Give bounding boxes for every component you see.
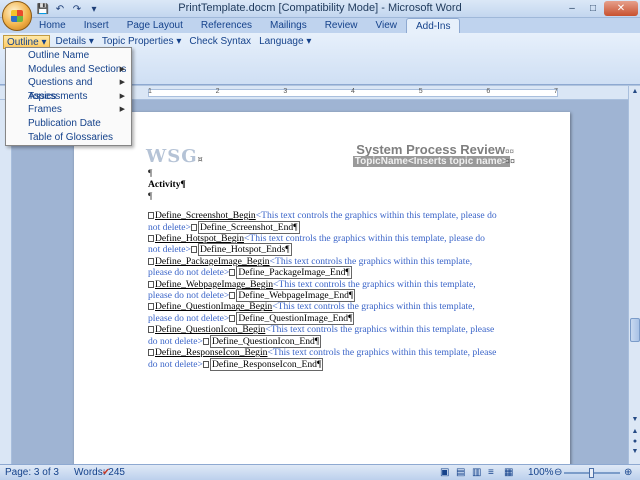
- title-bar: 💾 ↶ ↷ ▾ PrintTemplate.docm [Compatibilit…: [0, 0, 640, 31]
- office-logo-icon: [11, 10, 23, 22]
- ribbon-tabs: Home Insert Page Layout References Maili…: [30, 18, 461, 33]
- define-line[interactable]: Define_WebpageImage_Begin<This text cont…: [148, 279, 498, 303]
- vertical-scrollbar[interactable]: ▲ ▼ ▲ ● ▼: [628, 86, 640, 464]
- scroll-down-icon[interactable]: ▼: [630, 416, 640, 426]
- page-count[interactable]: Page: 3 of 3: [5, 467, 59, 478]
- topic-marks: ¤¤: [504, 156, 515, 166]
- ruler-number: 3: [283, 88, 288, 95]
- define-line[interactable]: Define_QuestionIcon_Begin<This text cont…: [148, 324, 498, 348]
- office-button[interactable]: [2, 1, 32, 31]
- close-button[interactable]: ✕: [604, 1, 638, 16]
- field-marker-icon: [148, 280, 154, 288]
- check-syntax-button[interactable]: Check Syntax: [186, 35, 254, 49]
- field-marker-icon: [148, 212, 154, 220]
- field-marker-icon: [148, 326, 154, 334]
- field-marker-icon: [148, 349, 154, 357]
- document-body[interactable]: ¶ Activity¶ ¶ Define_Screenshot_Begin<Th…: [148, 168, 498, 371]
- zoom-in-icon[interactable]: ⊕: [624, 467, 632, 478]
- menu-item-frames[interactable]: Frames ▶: [6, 103, 131, 117]
- menu-item-outline-name[interactable]: Outline Name: [6, 49, 131, 63]
- tab-page-layout[interactable]: Page Layout: [118, 18, 192, 33]
- menu-item-modules-and-sections[interactable]: Modules and Sections ▶: [6, 63, 131, 77]
- zoom-level[interactable]: 100%: [528, 467, 554, 478]
- ruler-number: 6: [486, 88, 491, 95]
- word-count[interactable]: Words: 245: [74, 467, 125, 478]
- tab-view[interactable]: View: [367, 18, 407, 33]
- activity-heading: Activity¶: [148, 179, 186, 191]
- minimize-button[interactable]: –: [562, 1, 582, 16]
- topic-name-field[interactable]: TopicName<Inserts topic name>: [352, 156, 510, 167]
- document-page[interactable]: WSG¤ System Process Review¤¤ TopicName<I…: [74, 112, 570, 472]
- field-marker-icon: [229, 314, 236, 322]
- full-screen-reading-icon[interactable]: ▤: [456, 467, 465, 478]
- draft-view-icon[interactable]: ▦: [504, 467, 513, 478]
- field-marker-icon: [190, 223, 197, 231]
- define-line[interactable]: Define_Hotspot_Begin<This text controls …: [148, 233, 498, 257]
- tab-mailings[interactable]: Mailings: [261, 18, 316, 33]
- submenu-arrow-icon: ▶: [119, 65, 125, 73]
- field-marker-icon: [229, 292, 236, 300]
- header-title: System Process Review¤¤: [356, 142, 514, 157]
- define-line[interactable]: Define_PackageImage_Begin<This text cont…: [148, 256, 498, 280]
- field-marker-icon: [148, 303, 154, 311]
- field-marker-icon: [190, 246, 197, 254]
- menu-item-topics[interactable]: Topics ▶: [6, 90, 131, 104]
- menu-item-table-of-glossaries[interactable]: Table of Glossaries: [6, 131, 131, 145]
- menu-item-publication-date[interactable]: Publication Date: [6, 117, 131, 131]
- submenu-arrow-icon: ▶: [119, 106, 125, 114]
- ruler-number: 7: [554, 88, 558, 95]
- submenu-arrow-icon: ▶: [119, 79, 125, 87]
- ruler-number: 5: [418, 88, 423, 95]
- previous-page-icon[interactable]: ▲: [630, 428, 640, 438]
- menu-item-questions-and-assessments[interactable]: Questions and Assessments ▶: [6, 76, 131, 102]
- ruler-number: 1: [148, 88, 152, 95]
- tab-references[interactable]: References: [192, 18, 261, 33]
- window-title: PrintTemplate.docm [Compatibility Mode] …: [178, 2, 462, 14]
- status-bar: Page: 3 of 3 Words: 245 ✔ ▣ ▤ ▥ ≡ ▦ 100%…: [0, 464, 640, 480]
- outline-view-icon[interactable]: ≡: [488, 467, 494, 478]
- submenu-arrow-icon: ▶: [119, 92, 125, 100]
- tab-insert[interactable]: Insert: [75, 18, 118, 33]
- ruler-number: 2: [215, 88, 220, 95]
- wsg-logo: WSG¤: [146, 146, 204, 167]
- define-line[interactable]: Define_ResponseIcon_Begin<This text cont…: [148, 347, 498, 371]
- scroll-up-icon[interactable]: ▲: [630, 88, 640, 98]
- select-browse-object-icon[interactable]: ●: [630, 438, 640, 448]
- ruler-numbers: 1 2 3 4 5 6 7: [148, 88, 558, 95]
- ruler-number: 4: [351, 88, 355, 95]
- window-controls: – □ ✕: [562, 1, 638, 16]
- field-marker-icon: [148, 235, 154, 243]
- define-line[interactable]: Define_Screenshot_Begin<This text contro…: [148, 210, 498, 234]
- language-menu[interactable]: Language ▾: [256, 35, 314, 49]
- tab-review[interactable]: Review: [316, 18, 367, 33]
- field-marker-icon: [202, 360, 209, 368]
- field-marker-icon: [148, 257, 154, 265]
- tab-add-ins[interactable]: Add-Ins: [406, 18, 461, 33]
- define-line[interactable]: Define_QuestionImage_Begin<This text con…: [148, 301, 498, 325]
- tab-home[interactable]: Home: [30, 18, 75, 33]
- web-layout-icon[interactable]: ▥: [472, 467, 481, 478]
- scroll-thumb[interactable]: [630, 318, 640, 342]
- pilcrow: ¶: [148, 190, 153, 202]
- outline-dropdown-menu: Outline Name Modules and Sections ▶ Quest…: [5, 47, 132, 146]
- zoom-slider-thumb[interactable]: [589, 468, 594, 478]
- zoom-out-icon[interactable]: ⊖: [554, 467, 562, 478]
- proofing-icon[interactable]: ✔: [102, 467, 110, 478]
- print-layout-icon[interactable]: ▣: [440, 467, 449, 478]
- ribbon-tabs-row: Home Insert Page Layout References Maili…: [0, 18, 640, 33]
- maximize-button[interactable]: □: [583, 1, 603, 16]
- pilcrow: ¶: [148, 168, 153, 179]
- field-marker-icon: [202, 337, 209, 345]
- field-marker-icon: [229, 269, 236, 277]
- next-page-icon[interactable]: ▼: [630, 448, 640, 458]
- vertical-ruler[interactable]: [0, 100, 12, 464]
